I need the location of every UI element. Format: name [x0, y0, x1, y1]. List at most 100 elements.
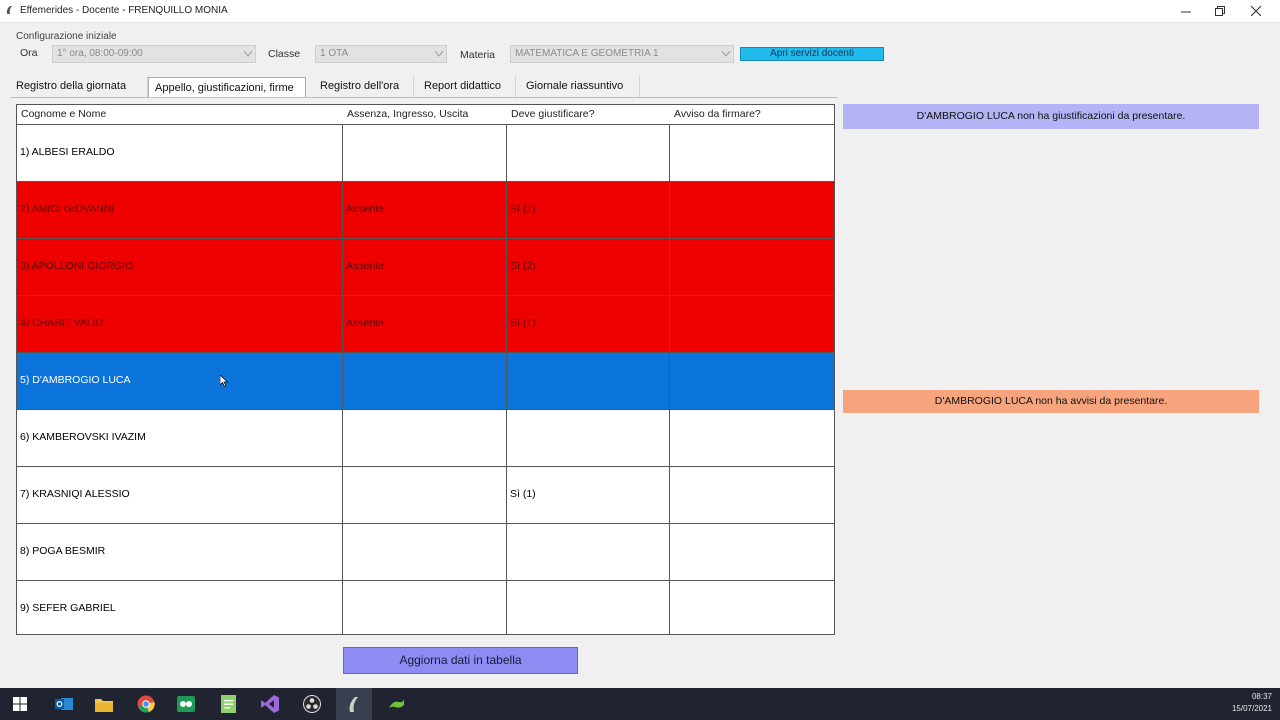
- restore-button[interactable]: [1202, 0, 1238, 22]
- close-button[interactable]: [1238, 0, 1274, 22]
- windows-start-button[interactable]: [2, 688, 38, 720]
- chevron-down-icon: [722, 51, 730, 57]
- grid-line: [342, 124, 343, 634]
- classe-select[interactable]: 1 OTA: [315, 45, 447, 63]
- tab-registro-ora[interactable]: Registro dell'ora: [314, 76, 414, 97]
- grid-line: [506, 124, 507, 634]
- cell-name: 1) ALBESI ERALDO: [20, 146, 115, 158]
- windows-logo-icon: [13, 697, 27, 711]
- cell-notice: [670, 181, 834, 238]
- table-row[interactable]: 4) CHABIT VALID Assente Sì (1): [17, 295, 834, 352]
- tab-registro-giornata[interactable]: Registro della giornata: [10, 76, 148, 97]
- cell-notice: [670, 523, 834, 580]
- grid-line: [17, 580, 834, 581]
- minimize-button[interactable]: [1168, 0, 1204, 22]
- tab-report-didattico[interactable]: Report didattico: [418, 76, 516, 97]
- cell-notice: [670, 124, 834, 181]
- mouse-cursor-icon: [220, 375, 228, 387]
- grid-line: [17, 352, 834, 353]
- cell-notice: [670, 238, 834, 295]
- notices-message: D'AMBROGIO LUCA non ha avvisi da present…: [843, 390, 1259, 413]
- taskbar-obs[interactable]: [294, 688, 330, 720]
- materia-label: Materia: [460, 49, 496, 61]
- close-icon: [1251, 6, 1261, 16]
- table-row[interactable]: 5) D'AMBROGIO LUCA: [17, 352, 834, 409]
- grid-line: [17, 523, 834, 524]
- window-title: Effemerides - Docente - FRENQUILLO MONIA: [20, 5, 228, 16]
- ora-label: Ora: [20, 47, 38, 59]
- taskbar-app-green[interactable]: [168, 688, 204, 720]
- tab-giornale-riassuntivo[interactable]: Giornale riassuntivo: [520, 76, 640, 97]
- cell-justify: [507, 352, 670, 409]
- effemerides-icon: [349, 697, 358, 712]
- cell-notice: [670, 352, 834, 409]
- table-row[interactable]: 7) KRASNIQI ALESSIO Sì (1): [17, 466, 834, 523]
- column-header-notice[interactable]: Avviso da firmare?: [670, 105, 834, 124]
- cell-absence: Assente: [346, 317, 384, 329]
- taskbar-notepad[interactable]: [210, 688, 246, 720]
- table-row[interactable]: 1) ALBESI ERALDO: [17, 124, 834, 181]
- cell-name: 8) POGA BESMIR: [20, 545, 106, 557]
- ora-select[interactable]: 1° ora, 08:00-09:00: [52, 45, 256, 63]
- justifications-message: D'AMBROGIO LUCA non ha giustificazioni d…: [843, 104, 1259, 129]
- taskbar-chrome[interactable]: [128, 688, 164, 720]
- cell-absence: [343, 124, 507, 181]
- visual-studio-icon: [261, 695, 279, 713]
- cell-absence: Assente: [346, 260, 384, 272]
- app-green-icon: [177, 696, 195, 712]
- column-header-justify[interactable]: Deve giustificare?: [507, 105, 670, 124]
- cell-justify: [507, 409, 670, 466]
- cell-justify: [507, 523, 670, 580]
- cell-justify: Sì (1): [510, 203, 536, 215]
- table-row[interactable]: 6) KAMBEROVSKI IVAZIM: [17, 409, 834, 466]
- tab-appello[interactable]: Appello, giustificazioni, firme: [148, 77, 306, 97]
- cell-absence: [343, 409, 507, 466]
- grid-line: [17, 409, 834, 410]
- table-row[interactable]: 3) APOLLONI GIORGIO Assente Sì (2): [17, 238, 834, 295]
- taskbar-visual-studio[interactable]: [252, 688, 288, 720]
- grid-line: [17, 466, 834, 467]
- table-row[interactable]: 8) POGA BESMIR: [17, 523, 834, 580]
- column-header-absence[interactable]: Assenza, Ingresso, Uscita: [343, 105, 507, 124]
- cell-name: 7) KRASNIQI ALESSIO: [20, 488, 130, 500]
- tab-divider: [10, 97, 838, 98]
- cell-name: 9) SEFER GABRIEL: [20, 602, 116, 614]
- materia-select[interactable]: MATEMATICA E GEOMETRIA 1: [510, 45, 734, 63]
- cell-notice: [670, 409, 834, 466]
- cell-justify: Sì (2): [510, 260, 536, 272]
- taskbar-effemerides[interactable]: [336, 688, 372, 720]
- cell-justify: Sì (1): [510, 317, 536, 329]
- chrome-icon: [137, 695, 155, 713]
- open-teacher-services-button[interactable]: Apri servizi docenti: [740, 47, 884, 61]
- materia-value: MATEMATICA E GEOMETRIA 1: [515, 48, 659, 59]
- cell-absence: [343, 466, 507, 523]
- taskbar-file-explorer[interactable]: [86, 688, 122, 720]
- taskbar-outlook[interactable]: [46, 688, 82, 720]
- grid-line: [17, 238, 834, 239]
- table-row[interactable]: 9) SEFER GABRIEL: [17, 580, 834, 637]
- lizard-icon: [389, 699, 404, 708]
- taskbar-clock[interactable]: 08:37 15/07/2021: [1232, 691, 1272, 715]
- folder-icon: [95, 698, 113, 712]
- taskbar-app-lizard[interactable]: [378, 688, 414, 720]
- ora-value: 1° ora, 08:00-09:00: [57, 48, 143, 59]
- attendance-table[interactable]: Cognome e Nome Assenza, Ingresso, Uscita…: [16, 104, 835, 635]
- config-group-label: Configurazione iniziale: [16, 31, 117, 42]
- cell-absence: [343, 580, 507, 637]
- update-table-button[interactable]: Aggiorna dati in tabella: [343, 647, 578, 674]
- grid-line: [17, 124, 834, 125]
- cell-justify: [507, 124, 670, 181]
- cell-name: 2) AMICI GIOVANNI: [20, 203, 115, 215]
- grid-line: [669, 124, 670, 634]
- cell-justify: [507, 580, 670, 637]
- grid-line: [17, 295, 834, 296]
- chevron-down-icon: [244, 51, 252, 57]
- grid-line: [17, 181, 834, 182]
- cell-absence: Assente: [346, 203, 384, 215]
- column-header-name[interactable]: Cognome e Nome: [17, 105, 343, 124]
- minimize-icon: [1181, 11, 1191, 13]
- obs-icon: [303, 695, 321, 713]
- table-row[interactable]: 2) AMICI GIOVANNI Assente Sì (1): [17, 181, 834, 238]
- cell-name: 5) D'AMBROGIO LUCA: [20, 374, 131, 386]
- app-icon: [6, 6, 12, 14]
